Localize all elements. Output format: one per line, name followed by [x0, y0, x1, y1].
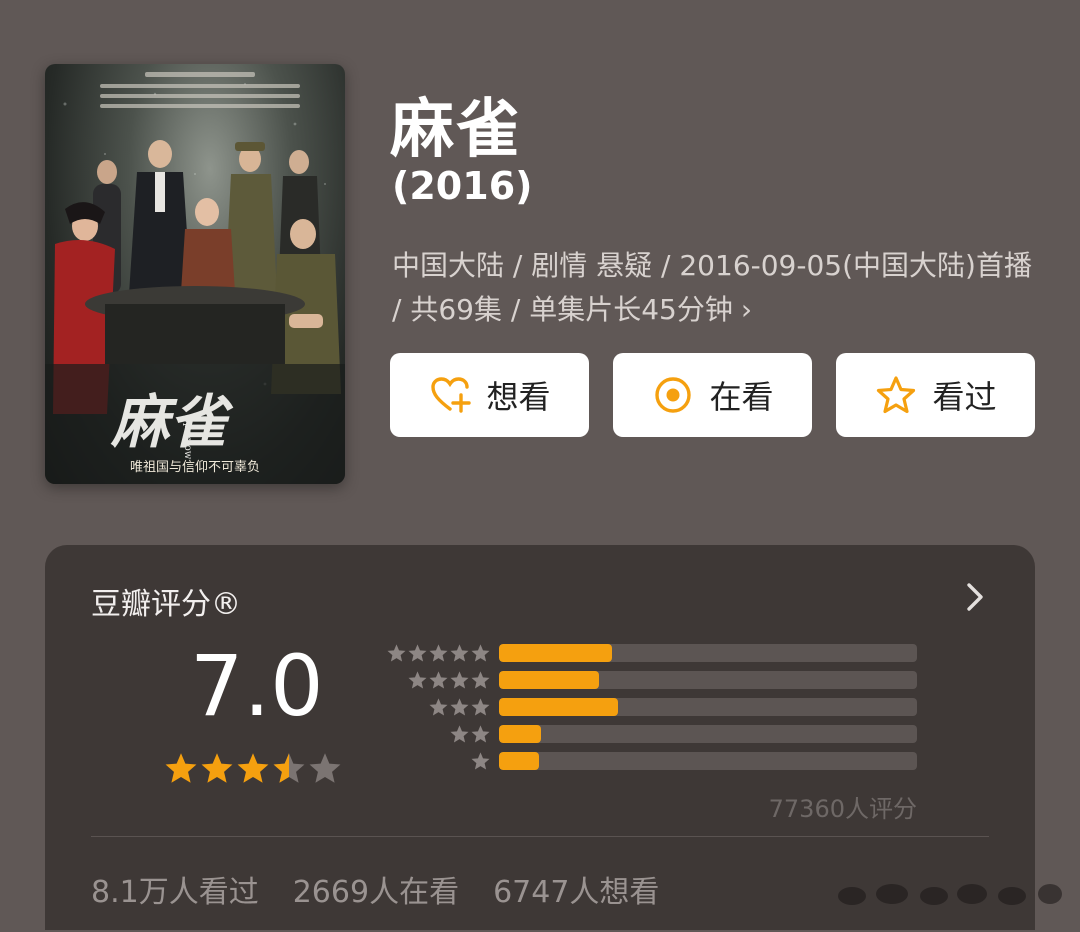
show-title: 麻雀: [390, 93, 522, 167]
star-empty-icon: [309, 753, 341, 783]
star-outline-icon: [877, 376, 916, 414]
rating-stars: [163, 751, 343, 787]
show-meta-text: 中国大陆 / 剧情 悬疑 / 2016-09-05(中国大陆)首播 / 共69集…: [392, 249, 1032, 326]
heart-plus-icon: [431, 377, 472, 413]
rating-bar-fill: [499, 644, 612, 662]
rating-row-1-star: [375, 751, 935, 771]
rating-row-stars: [449, 724, 491, 745]
star-small-icon: [450, 725, 469, 743]
star-half-icon: [273, 753, 305, 783]
star-small-icon: [408, 644, 427, 662]
poster-title-text: 麻雀: [110, 388, 234, 456]
star-small-icon: [387, 644, 406, 662]
star-small-icon: [471, 752, 490, 770]
watched-button[interactable]: 看过: [836, 353, 1035, 437]
rating-row-3-star: [375, 697, 935, 717]
star-small-icon: [471, 725, 490, 743]
rating-score: 7.0: [190, 637, 324, 735]
divider: [91, 836, 989, 837]
want-count: 6747人想看: [493, 875, 660, 910]
want-to-watch-button[interactable]: 想看: [390, 353, 589, 437]
rating-header: 豆瓣评分®: [91, 587, 241, 622]
chevron-right-icon[interactable]: [965, 581, 985, 613]
watermark: [838, 884, 1062, 905]
rating-bar-fill: [499, 671, 600, 689]
rating-bar-track: [499, 752, 917, 770]
star-small-icon: [471, 698, 490, 716]
poster-tagline: 唯祖国与信仰不可辜负: [130, 460, 260, 475]
watch-stats: 8.1万人看过 2669人在看 6747人想看: [91, 867, 659, 911]
movie-detail-page: 麻雀 Sparrow 唯祖国与信仰不可辜负 麻雀 (2016) 中国大陆 / 剧…: [0, 0, 1080, 932]
rating-row-stars: [407, 670, 491, 691]
poster-image[interactable]: 麻雀 Sparrow 唯祖国与信仰不可辜负: [45, 64, 345, 484]
show-year: (2016): [392, 164, 533, 208]
rating-row-stars: [386, 643, 491, 664]
watched-label: 看过: [932, 378, 997, 416]
rating-row-5-star: [375, 643, 935, 663]
show-meta[interactable]: 中国大陆 / 剧情 悬疑 / 2016-09-05(中国大陆)首播 / 共69集…: [392, 244, 1032, 332]
star-small-icon: [429, 671, 448, 689]
star-small-icon: [450, 644, 469, 662]
star-small-icon: [429, 698, 448, 716]
watching-label: 在看: [709, 378, 774, 416]
rating-bar-fill: [499, 725, 541, 743]
star-small-icon: [429, 644, 448, 662]
rating-count: 77360人评分: [768, 795, 917, 823]
rating-row-stars: [428, 697, 491, 718]
rating-bar-track: [499, 725, 917, 743]
star-full-icon: [201, 753, 233, 783]
star-small-icon: [450, 671, 469, 689]
rating-row-2-star: [375, 724, 935, 744]
watching-count: 2669人在看: [292, 875, 460, 910]
target-icon: [655, 377, 692, 413]
poster-artwork: 麻雀 Sparrow 唯祖国与信仰不可辜负: [45, 72, 345, 484]
rating-bar-track: [499, 671, 917, 689]
rating-bar-track: [499, 644, 917, 662]
star-small-icon: [471, 671, 490, 689]
rating-bar-track: [499, 698, 917, 716]
star-small-icon: [450, 698, 469, 716]
star-full-icon: [237, 753, 269, 783]
rating-row-stars: [470, 751, 491, 772]
want-to-watch-label: 想看: [486, 378, 551, 416]
star-full-icon: [165, 753, 197, 783]
star-small-icon: [471, 644, 490, 662]
rating-row-4-star: [375, 670, 935, 690]
poster-english-title: Sparrow: [182, 416, 193, 460]
star-small-icon: [408, 671, 427, 689]
watching-button[interactable]: 在看: [613, 353, 812, 437]
rating-bar-fill: [499, 698, 619, 716]
chevron-right-icon: ›: [740, 293, 753, 326]
rating-bar-fill: [499, 752, 539, 770]
watched-count: 8.1万人看过: [91, 875, 259, 910]
rating-card[interactable]: 豆瓣评分® 7.0 77360人评分 8.1万人看过 2669人在看 6747人…: [45, 545, 1035, 930]
